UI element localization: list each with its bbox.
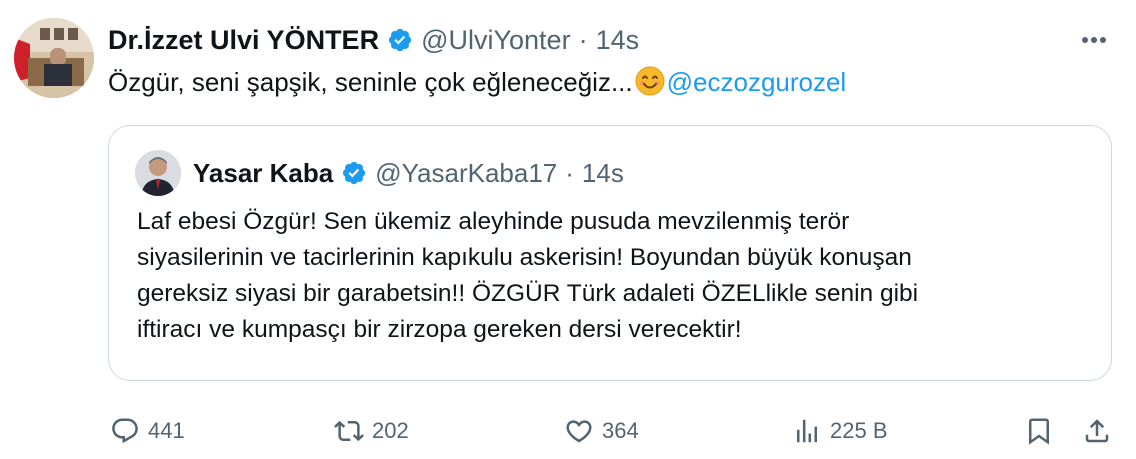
separator-dot: ·: [578, 24, 588, 55]
author-name[interactable]: Dr.İzzet Ulvi YÖNTER: [108, 25, 379, 56]
retweet-button[interactable]: 202: [334, 408, 409, 454]
mention-link[interactable]: @eczozgurozel: [667, 67, 847, 97]
tweet-body: Özgür, seni şapşik, seninle çok eğlenece…: [108, 67, 633, 97]
quoted-text-line: Laf ebesi Özgür! Sen ükemiz aleyhinde pu…: [137, 208, 850, 235]
tweet-action-bar: 441 202 364 225 B: [108, 408, 1118, 454]
view-count: 225 B: [830, 418, 888, 443]
smiling-face-emoji-icon: [635, 66, 665, 107]
quoted-tweet-timestamp: 14s: [581, 157, 624, 188]
quoted-text-line: iftiracı ve kumpasçı bir zirzopa gereken…: [137, 316, 742, 343]
reply-icon: [110, 416, 140, 446]
quoted-author-handle[interactable]: @YasarKaba17: [375, 158, 557, 189]
analytics-icon: [792, 416, 822, 446]
retweet-icon: [334, 416, 364, 446]
quoted-tweet-header: Yasar Kaba @YasarKaba17 · 14s: [135, 148, 624, 198]
quoted-author-avatar[interactable]: [135, 150, 181, 196]
share-button[interactable]: [1082, 408, 1112, 454]
heart-icon: [564, 416, 594, 446]
author-avatar[interactable]: [14, 18, 94, 98]
quoted-verified-badge-icon: [341, 160, 367, 186]
quoted-tweet[interactable]: Yasar Kaba @YasarKaba17 · 14s Laf ebesi …: [108, 125, 1112, 381]
more-options-icon[interactable]: [1074, 22, 1114, 58]
share-icon: [1082, 416, 1112, 446]
tweet-timestamp[interactable]: 14s: [596, 25, 640, 56]
like-count: 364: [602, 418, 639, 443]
views-button[interactable]: 225 B: [792, 408, 888, 454]
quoted-text-line: siyasilerinin ve tacirlerinin kapıkulu a…: [137, 244, 912, 271]
author-handle[interactable]: @UlviYonter: [421, 25, 570, 56]
bookmark-button[interactable]: [1024, 408, 1054, 454]
quoted-text-line: gereksiz siyasi bir garabetsin!! ÖZGÜR T…: [137, 280, 919, 307]
quoted-author-name[interactable]: Yasar Kaba: [193, 158, 333, 189]
retweet-count: 202: [372, 418, 409, 443]
like-button[interactable]: 364: [564, 408, 639, 454]
verified-badge-icon: [387, 27, 413, 53]
quoted-separator-dot: ·: [565, 157, 574, 188]
reply-count: 441: [148, 418, 185, 443]
reply-button[interactable]: 441: [110, 408, 185, 454]
tweet-text: Özgür, seni şapşik, seninle çok eğlenece…: [108, 62, 846, 107]
quoted-tweet-text: Laf ebesi Özgür! Sen ükemiz aleyhinde pu…: [137, 204, 1097, 348]
bookmark-icon: [1024, 416, 1054, 446]
tweet-header: Dr.İzzet Ulvi YÖNTER @UlviYonter · 14s: [108, 20, 639, 60]
